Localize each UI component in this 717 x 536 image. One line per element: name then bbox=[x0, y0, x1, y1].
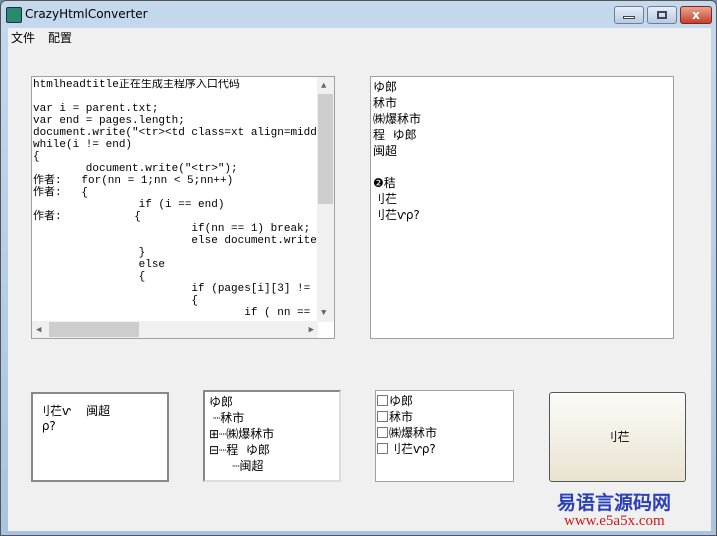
list-item[interactable] bbox=[373, 159, 671, 175]
tree-node[interactable]: ⊞┈㈱爆秫市 bbox=[209, 426, 335, 442]
close-button[interactable]: x bbox=[680, 6, 712, 24]
check-item[interactable]: ㈱爆秫市 bbox=[377, 425, 512, 441]
list-item[interactable]: ゆ郎 bbox=[373, 79, 671, 95]
check-item[interactable]: 秫市 bbox=[377, 409, 512, 425]
action-button[interactable]: 刂芢 bbox=[549, 392, 686, 482]
scroll-right-icon[interactable]: ▶ bbox=[309, 324, 314, 336]
app-icon bbox=[6, 7, 22, 23]
vertical-scrollbar[interactable]: ▲ ▼ bbox=[317, 77, 334, 322]
text-line: ρ? bbox=[38, 419, 56, 433]
code-textarea[interactable]: htmlheadtitle正在生成主程序入口代码 var i = parent.… bbox=[31, 76, 335, 339]
tree-view[interactable]: ゆ郎 ┈秫市 ⊞┈㈱爆秫市 ⊟┈程 ゆ郎 ┈闽超 bbox=[203, 390, 341, 482]
horizontal-scrollbar[interactable]: ◀ ▶ bbox=[32, 321, 318, 338]
list-item[interactable]: 刂芢 bbox=[373, 191, 671, 207]
app-window: CrazyHtmlConverter x 文件 配置 htmlheadtitle… bbox=[0, 0, 717, 536]
text-line: 刂芢ⱱ 闽超 bbox=[38, 404, 111, 418]
tree-node[interactable]: ┈闽超 bbox=[209, 458, 335, 474]
scroll-down-icon[interactable]: ▼ bbox=[321, 307, 326, 319]
checkbox[interactable] bbox=[377, 427, 388, 438]
check-label: 刂芢ⱱρ? bbox=[389, 442, 436, 456]
list-item[interactable]: 刂芢ⱱρ? bbox=[373, 207, 671, 223]
list-item[interactable]: 闽超 bbox=[373, 143, 671, 159]
list-item[interactable]: ㈱爆秫市 bbox=[373, 111, 671, 127]
code-text: htmlheadtitle正在生成主程序入口代码 var i = parent.… bbox=[33, 79, 318, 319]
checkbox-list[interactable]: ゆ郎 秫市 ㈱爆秫市 刂芢ⱱρ? bbox=[375, 390, 514, 482]
checkbox[interactable] bbox=[377, 395, 388, 406]
client-area: htmlheadtitle正在生成主程序入口代码 var i = parent.… bbox=[8, 46, 711, 531]
tree-node[interactable]: ゆ郎 bbox=[209, 394, 335, 410]
list-box[interactable]: ゆ郎 秫市 ㈱爆秫市 程 ゆ郎 闽超 ❷秸 刂芢 刂芢ⱱρ? bbox=[370, 76, 674, 339]
list-item[interactable]: ❷秸 bbox=[373, 175, 671, 191]
menu-file[interactable]: 文件 bbox=[11, 29, 35, 46]
check-item[interactable]: ゆ郎 bbox=[377, 393, 512, 409]
list-item[interactable]: 秫市 bbox=[373, 95, 671, 111]
check-label: 秫市 bbox=[389, 410, 414, 424]
scroll-thumb-v[interactable] bbox=[318, 94, 333, 204]
minimize-button[interactable] bbox=[614, 6, 644, 24]
watermark-title: 易语言源码网 bbox=[557, 492, 672, 514]
window-title: CrazyHtmlConverter bbox=[25, 7, 148, 21]
maximize-button[interactable] bbox=[647, 6, 677, 24]
tree-node[interactable]: ┈秫市 bbox=[209, 410, 335, 426]
menu-bar: 文件 配置 bbox=[8, 28, 711, 46]
text-box[interactable]: 刂芢ⱱ 闽超 ρ? bbox=[31, 392, 169, 482]
check-item[interactable]: 刂芢ⱱρ? bbox=[377, 441, 512, 457]
tree-node[interactable]: ⊟┈程 ゆ郎 bbox=[209, 442, 335, 458]
list-item[interactable]: 程 ゆ郎 bbox=[373, 127, 671, 143]
check-label: ゆ郎 bbox=[389, 394, 414, 408]
checkbox[interactable] bbox=[377, 443, 388, 454]
scroll-left-icon[interactable]: ◀ bbox=[36, 324, 41, 336]
scroll-up-icon[interactable]: ▲ bbox=[321, 80, 326, 92]
watermark-url: www.e5a5x.com bbox=[564, 513, 665, 529]
scroll-thumb-h[interactable] bbox=[49, 322, 139, 337]
check-label: ㈱爆秫市 bbox=[389, 426, 438, 440]
menu-config[interactable]: 配置 bbox=[48, 29, 72, 46]
checkbox[interactable] bbox=[377, 411, 388, 422]
